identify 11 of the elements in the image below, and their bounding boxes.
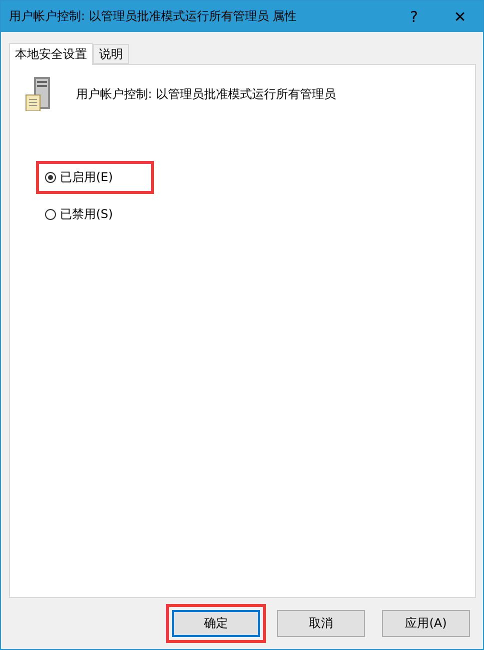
dialog-button[interactable]: 应用(A) bbox=[382, 610, 470, 637]
window-title: 用户帐户控制: 以管理员批准模式运行所有管理员 属性 bbox=[9, 8, 298, 25]
tab[interactable]: 本地安全设置 bbox=[9, 43, 93, 65]
close-button[interactable]: ✕ bbox=[437, 1, 483, 32]
dialog-button[interactable]: 确定 bbox=[172, 610, 260, 637]
help-button[interactable]: ? bbox=[391, 1, 437, 32]
radio-option[interactable]: 已启用(E) bbox=[45, 169, 145, 186]
dialog-button[interactable]: 取消 bbox=[277, 610, 365, 637]
policy-name: 用户帐户控制: 以管理员批准模式运行所有管理员 bbox=[76, 86, 336, 102]
radio-option[interactable]: 已禁用(S) bbox=[45, 206, 145, 223]
tab[interactable]: 说明 bbox=[93, 44, 129, 64]
